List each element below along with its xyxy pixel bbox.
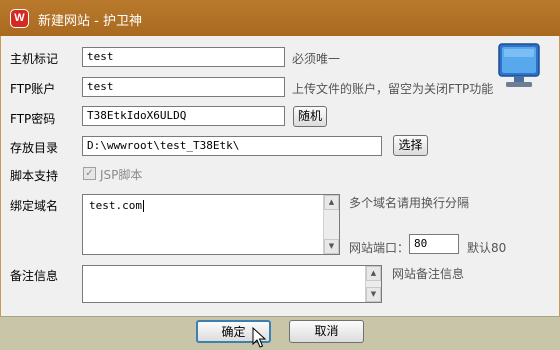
cancel-button[interactable]: 取消 — [289, 320, 364, 343]
domain-value: test.com — [89, 199, 142, 212]
port-label: 网站端口： — [349, 241, 410, 255]
scroll-down-arrow-icon[interactable]: ▼ — [366, 287, 381, 302]
domain-hint: 多个域名请用换行分隔 — [349, 196, 470, 210]
directory-label: 存放目录 — [10, 141, 59, 155]
scroll-up-arrow-icon[interactable]: ▲ — [366, 266, 381, 281]
jsp-checkbox[interactable]: ✓ — [83, 167, 96, 180]
ftp-account-input[interactable]: test — [82, 77, 285, 97]
choose-directory-button[interactable]: 选择 — [393, 135, 428, 156]
random-password-button[interactable]: 随机 — [293, 106, 327, 127]
remark-hint: 网站备注信息 — [392, 267, 465, 281]
mouse-cursor-icon — [252, 327, 267, 348]
jsp-checkbox-label: JSP脚本 — [100, 168, 143, 182]
remark-label: 备注信息 — [10, 269, 59, 283]
domain-scrollbar[interactable]: ▲ ▼ — [323, 195, 339, 254]
port-input[interactable]: 80 — [409, 234, 459, 254]
dialog-footer — [0, 316, 560, 350]
directory-input[interactable]: D:\wwwroot\test_T38Etk\ — [82, 136, 382, 156]
script-support-label: 脚本支持 — [10, 169, 59, 183]
port-default-hint: 默认80 — [467, 241, 507, 255]
hostname-input[interactable]: test — [82, 47, 285, 67]
scroll-up-arrow-icon[interactable]: ▲ — [324, 195, 339, 210]
app-logo-icon: W — [10, 9, 29, 28]
ftp-account-label: FTP账户 — [10, 82, 56, 96]
domain-label: 绑定域名 — [10, 199, 59, 213]
window-title: 新建网站 - 护卫神 — [38, 14, 142, 29]
hostname-hint: 必须唯一 — [292, 52, 341, 66]
remark-textarea[interactable]: ▲ ▼ — [82, 265, 382, 303]
ftp-password-label: FTP密码 — [10, 112, 56, 126]
scroll-down-arrow-icon[interactable]: ▼ — [324, 239, 339, 254]
ftp-account-hint: 上传文件的账户，留空为关闭FTP功能 — [292, 82, 494, 96]
text-caret — [142, 200, 144, 212]
hostname-label: 主机标记 — [10, 52, 59, 66]
title-bar: W 新建网站 - 护卫神 — [0, 0, 560, 36]
monitor-icon — [498, 43, 540, 87]
remark-scrollbar[interactable]: ▲ ▼ — [365, 266, 381, 302]
domain-textarea[interactable]: test.com ▲ ▼ — [82, 194, 340, 255]
ftp-password-input[interactable]: T38EtkIdoX6ULDQ — [82, 106, 285, 126]
